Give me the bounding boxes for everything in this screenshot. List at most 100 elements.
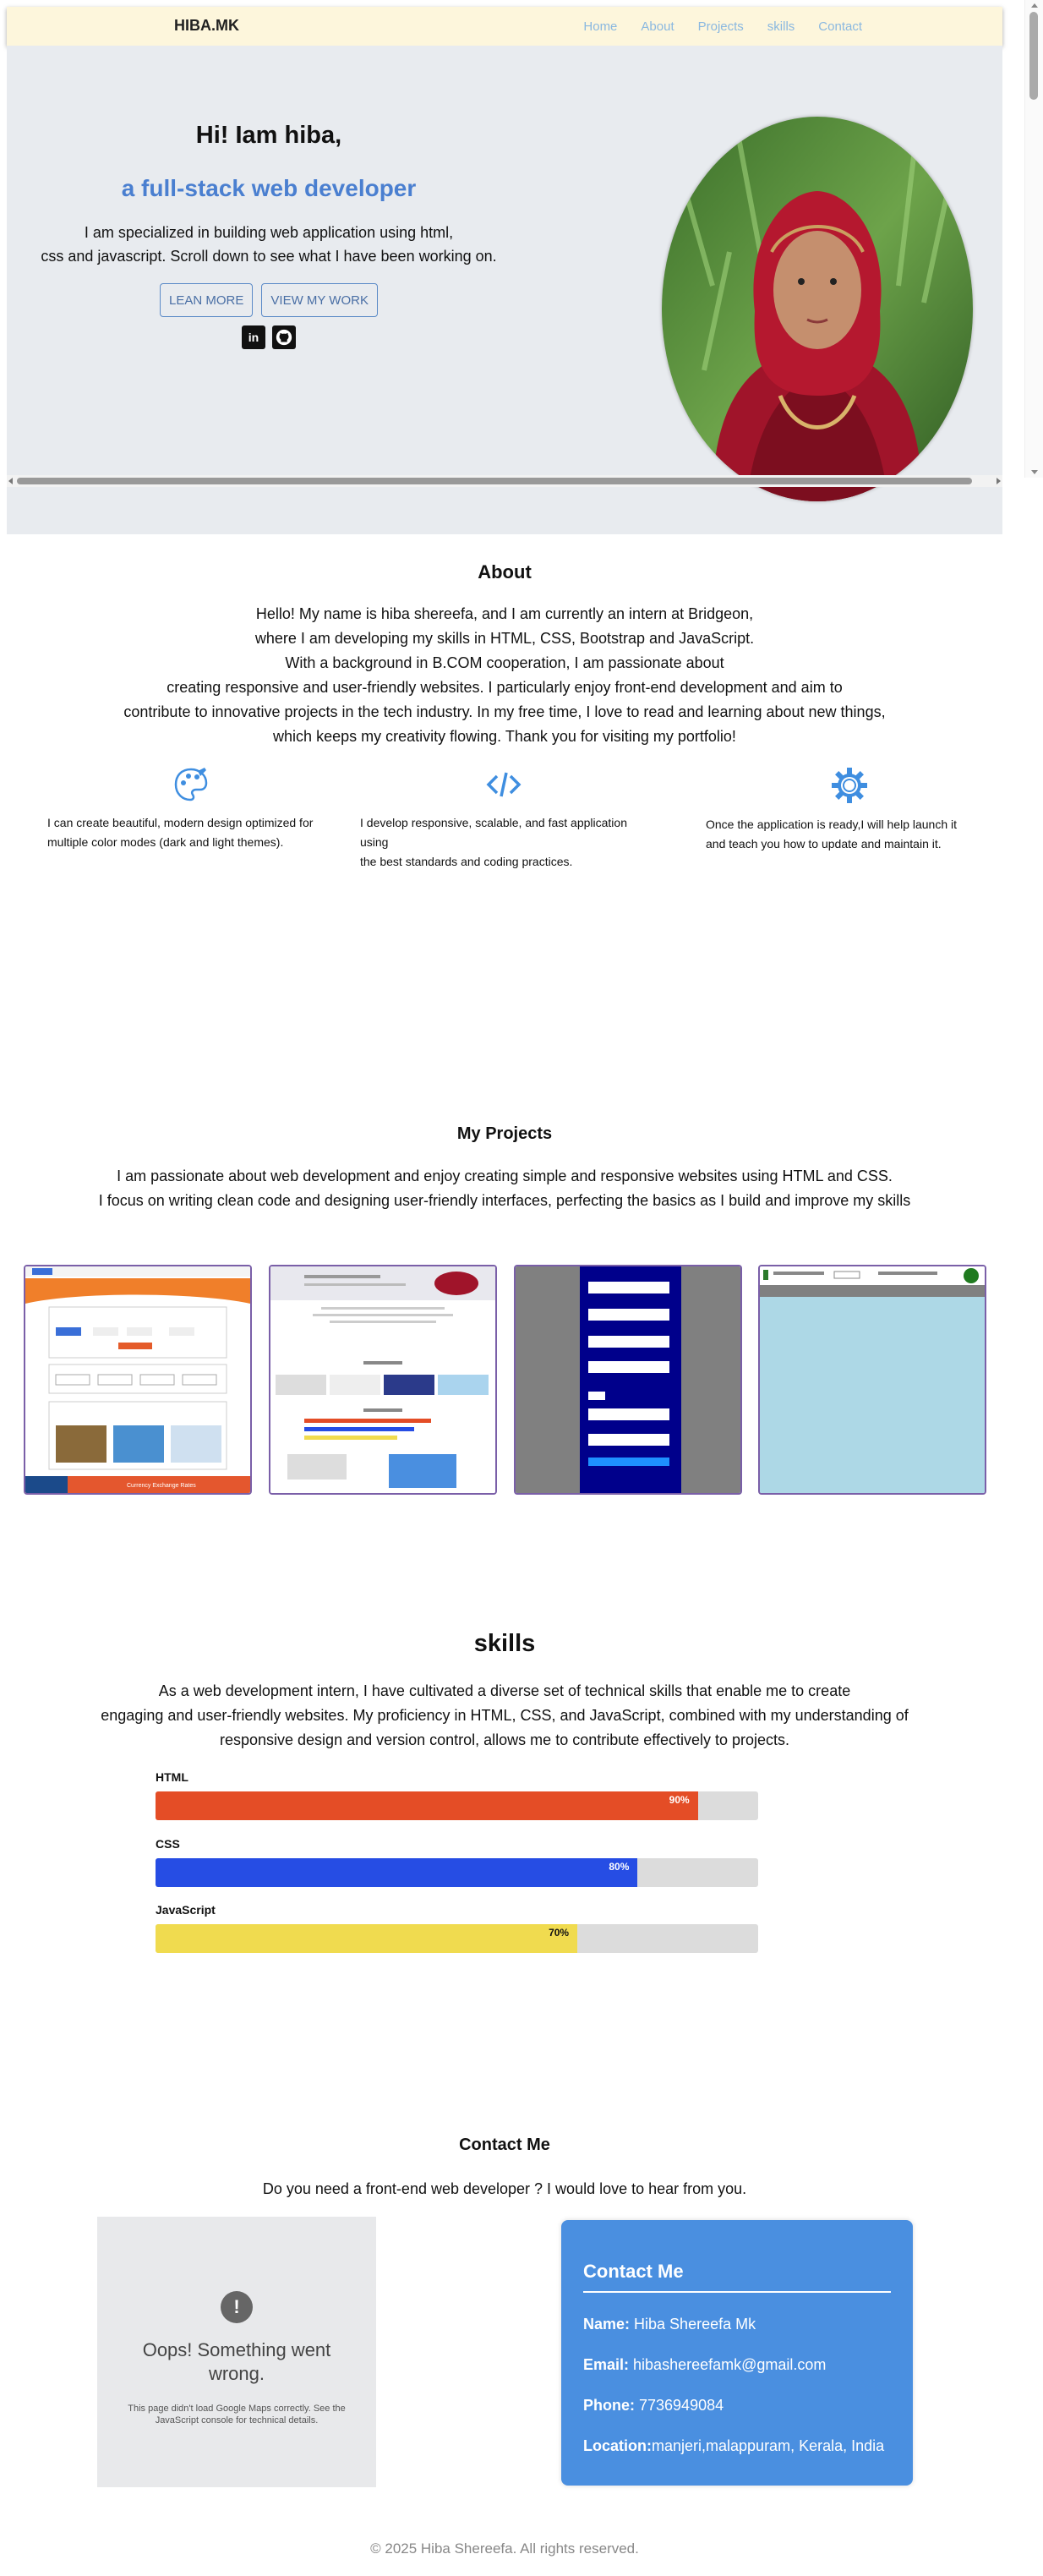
contact-card: Contact Me Name: Hiba Shereefa Mk Email:… <box>561 2220 913 2486</box>
service-design: I can create beautiful, modern design op… <box>47 766 335 852</box>
about-line: contribute to innovative projects in the… <box>123 703 886 720</box>
scroll-right-icon[interactable] <box>997 478 1001 484</box>
contact-email-value[interactable]: hibashereefamk@gmail.com <box>629 2356 826 2373</box>
skills-title: skills <box>473 1630 536 1657</box>
brand-logo[interactable]: HIBA.MK <box>174 17 239 35</box>
service-line: I can create beautiful, modern design op… <box>47 816 314 829</box>
map-error-title: Oops! Something went wrong. <box>142 2339 331 2384</box>
scroll-up-icon[interactable] <box>1031 3 1038 8</box>
projects-line: I am passionate about web development an… <box>117 1168 893 1184</box>
nav-link-about[interactable]: About <box>641 19 674 34</box>
horizontal-scrollbar[interactable] <box>7 475 1002 487</box>
contact-title: Contact Me <box>459 2136 550 2154</box>
skills-line: engaging and user-friendly websites. My … <box>101 1707 909 1724</box>
skill-bar-css: 80% <box>156 1858 758 1887</box>
skill-label-css: CSS <box>156 1837 180 1851</box>
vertical-scrollbar[interactable] <box>1024 0 1043 478</box>
contact-phone-row: Phone: 7736949084 <box>583 2397 891 2415</box>
skill-label-javascript: JavaScript <box>156 1903 216 1917</box>
map-error-subtitle: This page didn't load Google Maps correc… <box>128 2404 346 2426</box>
contact-name-label: Name: <box>583 2316 631 2333</box>
projects-title: My Projects <box>456 1124 553 1143</box>
hero-greeting: Hi! Iam hiba, <box>195 122 342 149</box>
about-line: With a background in B.COM cooperation, … <box>285 654 724 671</box>
contact-location-label: Location: <box>583 2437 652 2454</box>
nav-links: Home About Projects skills Contact <box>583 19 862 34</box>
learn-more-button[interactable]: LEAN MORE <box>160 283 254 317</box>
service-launch-text: Once the application is ready,I will hel… <box>706 815 993 854</box>
scroll-left-icon[interactable] <box>8 478 13 484</box>
skills-text: As a web development intern, I have cult… <box>0 1679 1009 1753</box>
about-title: About <box>478 561 532 582</box>
about-line: creating responsive and user-friendly we… <box>167 679 843 696</box>
skill-percent-javascript: 70% <box>549 1927 570 1939</box>
github-icon[interactable] <box>272 325 296 349</box>
project-banner-text: Currency Exchange Rates <box>127 1483 196 1489</box>
service-launch: Once the application is ready,I will hel… <box>706 766 993 854</box>
skill-fill-css: 80% <box>156 1858 638 1887</box>
skill-percent-html: 90% <box>669 1794 690 1806</box>
service-line: multiple color modes (dark and light the… <box>47 835 284 849</box>
contact-name-row: Name: Hiba Shereefa Mk <box>583 2316 891 2333</box>
nav-link-contact[interactable]: Contact <box>818 19 862 34</box>
projects-line: I focus on writing clean code and design… <box>98 1192 911 1209</box>
contact-intro: Do you need a front-end web developer ? … <box>262 2180 747 2197</box>
view-my-work-button[interactable]: VIEW MY WORK <box>261 283 378 317</box>
vertical-scroll-thumb[interactable] <box>1029 12 1038 100</box>
contact-name-value: Hiba Shereefa Mk <box>630 2316 756 2333</box>
portfolio-page: HIBA.MK Home About Projects skills Conta… <box>0 0 1043 2576</box>
skills-line: As a web development intern, I have cult… <box>158 1682 851 1699</box>
footer-copyright: © 2025 Hiba Shereefa. All rights reserve… <box>370 2540 639 2557</box>
contact-phone-value[interactable]: 7736949084 <box>635 2397 724 2414</box>
service-development: I develop responsive, scalable, and fast… <box>360 766 647 872</box>
project-card[interactable] <box>514 1265 742 1495</box>
about-line: which keeps my creativity flowing. Thank… <box>273 728 736 745</box>
contact-phone-label: Phone: <box>583 2397 635 2414</box>
service-design-text: I can create beautiful, modern design op… <box>47 813 335 852</box>
hero-description: I am specialized in building web applica… <box>32 221 505 268</box>
horizontal-scroll-thumb[interactable] <box>17 478 972 484</box>
nav-link-home[interactable]: Home <box>583 19 617 34</box>
skill-bar-html: 90% <box>156 1791 758 1820</box>
hero-role: a full-stack web developer <box>121 175 417 201</box>
hero-section: Hi! Iam hiba, a full-stack web developer… <box>7 46 1002 534</box>
contact-email-row: Email: hibashereefamk@gmail.com <box>583 2356 891 2374</box>
project-card[interactable]: Currency Exchange Rates <box>24 1265 252 1495</box>
skill-label-html: HTML <box>156 1770 188 1784</box>
profile-photo <box>662 117 973 501</box>
nav-link-projects[interactable]: Projects <box>698 19 744 34</box>
contact-location-row: Location:manjeri,malappuram, Kerala, Ind… <box>583 2437 891 2455</box>
service-line: I develop responsive, scalable, and fast… <box>360 816 627 849</box>
contact-card-heading: Contact Me <box>583 2261 891 2293</box>
skill-fill-html: 90% <box>156 1791 698 1820</box>
skill-fill-javascript: 70% <box>156 1924 578 1953</box>
service-line: Once the application is ready,I will hel… <box>706 818 958 831</box>
skill-bar-javascript: 70% <box>156 1924 758 1953</box>
social-links: in <box>7 325 531 349</box>
about-line: Hello! My name is hiba shereefa, and I a… <box>255 605 754 622</box>
project-card[interactable] <box>758 1265 986 1495</box>
about-text: Hello! My name is hiba shereefa, and I a… <box>0 602 1009 749</box>
top-navbar: HIBA.MK Home About Projects skills Conta… <box>7 7 1002 46</box>
contact-location-value: manjeri,malappuram, Kerala, India <box>652 2437 885 2454</box>
hero-description-line: css and javascript. Scroll down to see w… <box>41 248 497 265</box>
projects-text: I am passionate about web development an… <box>0 1164 1009 1213</box>
nav-link-skills[interactable]: skills <box>767 19 795 34</box>
code-icon <box>486 772 522 797</box>
hero-text: Hi! Iam hiba, a full-stack web developer… <box>7 122 531 349</box>
error-icon: ! <box>221 2291 253 2323</box>
linkedin-icon[interactable]: in <box>242 325 265 349</box>
service-line: the best standards and coding practices. <box>360 855 573 868</box>
scroll-down-icon[interactable] <box>1031 470 1038 474</box>
service-line: and teach you how to update and maintain… <box>706 837 942 850</box>
contact-email-label: Email: <box>583 2356 630 2373</box>
hero-buttons: LEAN MORE VIEW MY WORK <box>7 283 531 317</box>
palette-icon <box>174 768 208 801</box>
about-line: where I am developing my skills in HTML,… <box>254 630 755 647</box>
gear-icon <box>832 768 867 803</box>
hero-description-line: I am specialized in building web applica… <box>84 224 454 241</box>
project-card[interactable] <box>269 1265 497 1495</box>
map-embed[interactable]: ! Oops! Something went wrong. This page … <box>97 2217 376 2487</box>
service-development-text: I develop responsive, scalable, and fast… <box>360 813 647 872</box>
skills-line: responsive design and version control, a… <box>219 1731 789 1748</box>
